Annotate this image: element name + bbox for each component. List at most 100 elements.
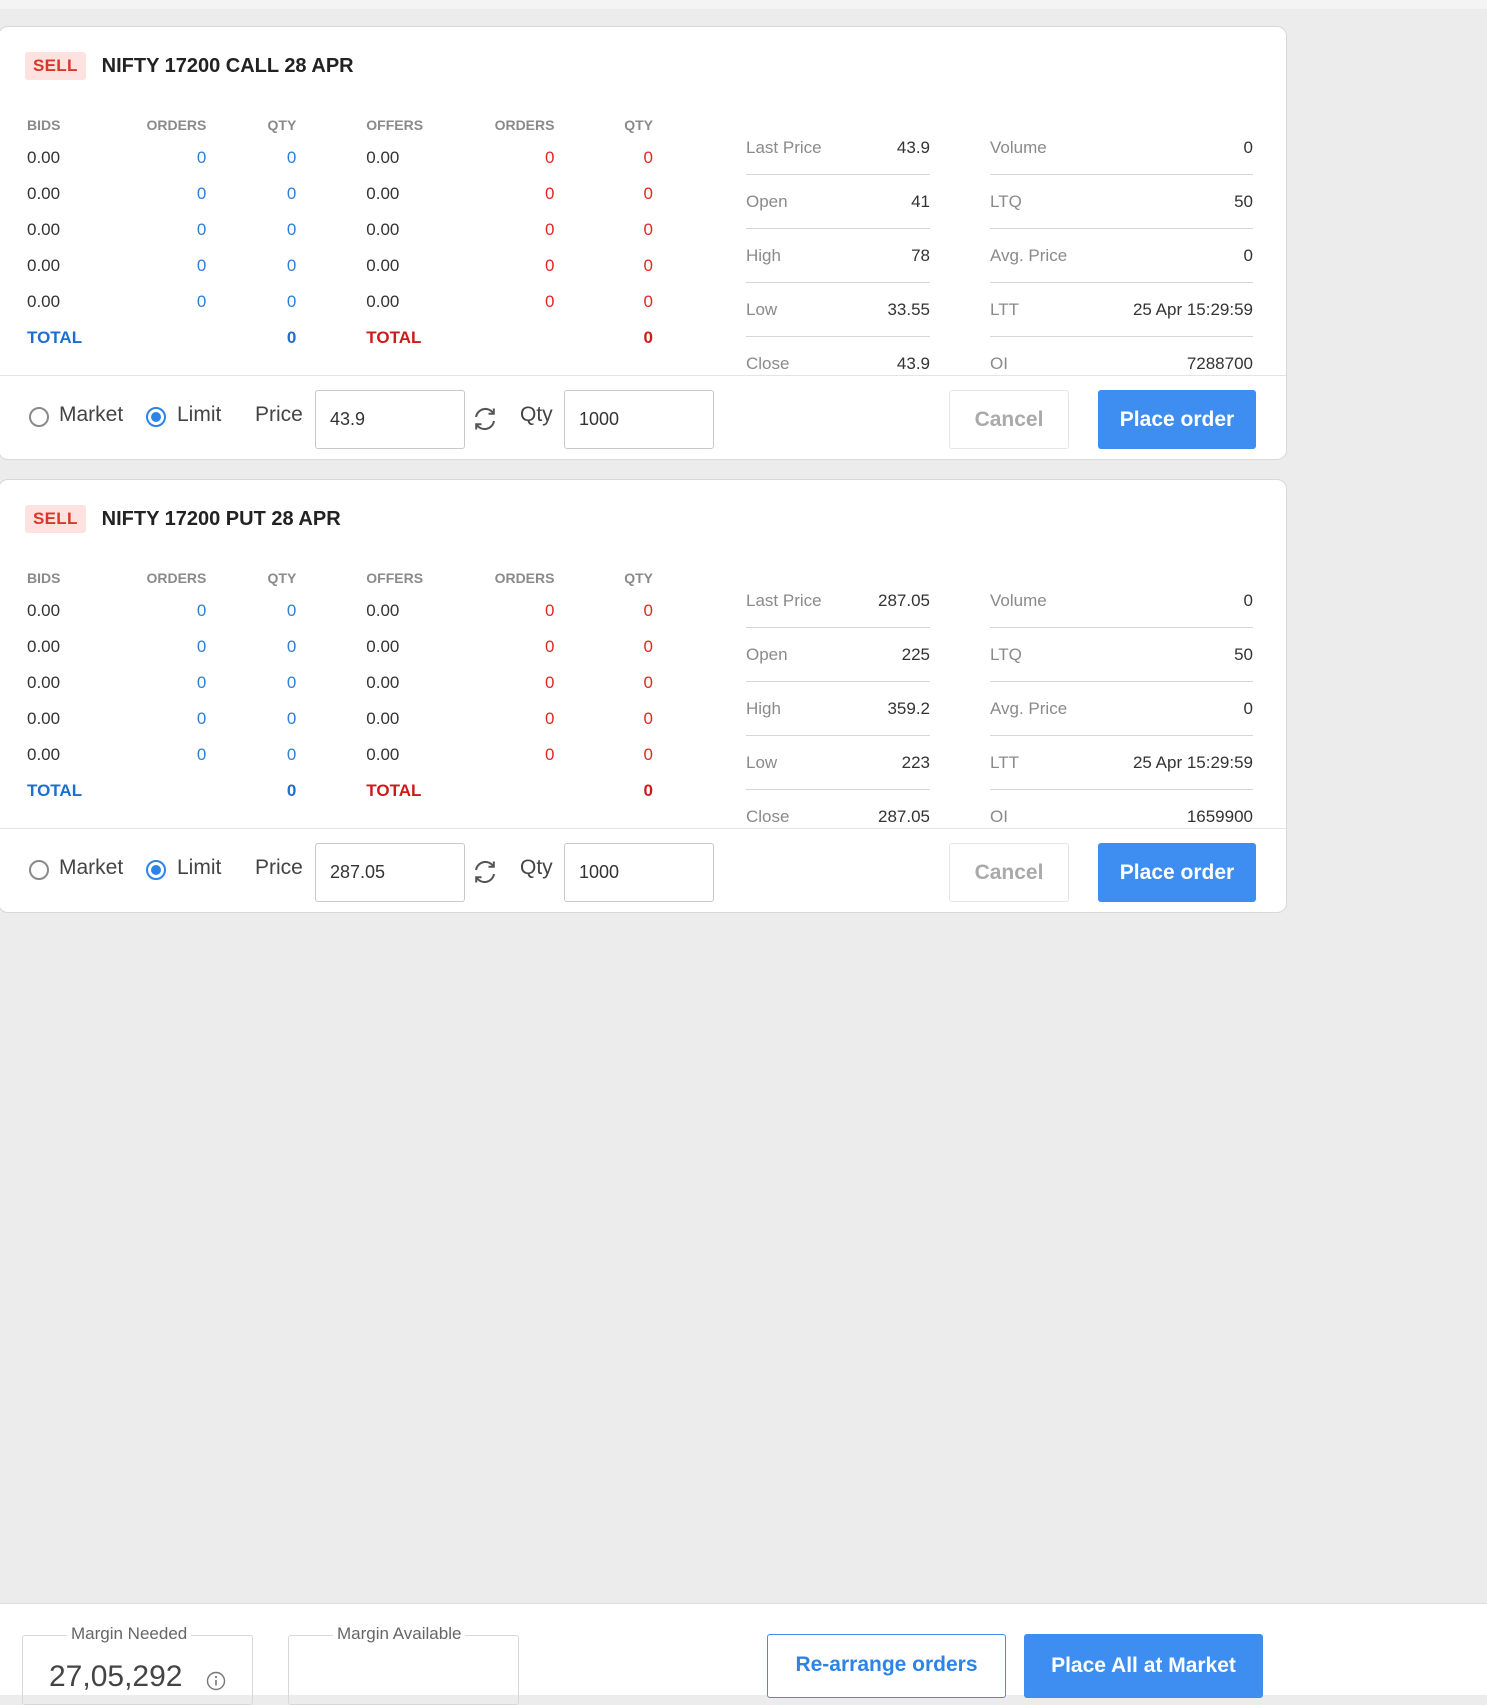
bid-orders: 0 xyxy=(196,745,207,764)
offer-qty: 0 xyxy=(643,601,653,620)
stat-row: High 359.2 xyxy=(746,682,930,736)
offer-orders: 0 xyxy=(545,637,555,656)
card-divider xyxy=(0,828,1286,829)
stat-value: 25 Apr 15:29:59 xyxy=(1132,752,1253,772)
cancel-button[interactable]: Cancel xyxy=(949,843,1069,902)
depth-row: 0.00 0 0 0.00 0 0 xyxy=(27,284,653,320)
bid-price: 0.00 xyxy=(27,256,61,275)
depth-row: 0.00 0 0 0.00 0 0 xyxy=(27,176,653,212)
stat-row: Last Price 287.05 xyxy=(746,574,930,628)
price-input[interactable]: 43.9 xyxy=(315,390,465,449)
place-all-at-market-button[interactable]: Place All at Market xyxy=(1024,1634,1263,1698)
bid-orders: 0 xyxy=(196,637,207,656)
place-order-button[interactable]: Place order xyxy=(1098,843,1256,902)
stat-value: 78 xyxy=(911,245,930,265)
bid-price: 0.00 xyxy=(27,220,61,239)
bid-orders: 0 xyxy=(196,673,207,692)
depth-total-row: TOTAL 0 TOTAL 0 xyxy=(27,320,653,356)
quote-stats-left: Last Price 43.9 Open 41 High 78 Low 33.55 Close 4… xyxy=(746,121,930,391)
bid-orders: 0 xyxy=(196,220,207,239)
stat-row: LTT 25 Apr 15:29:59 xyxy=(990,736,1253,790)
stat-row: Close 287.05 xyxy=(746,790,930,844)
offer-price: 0.00 xyxy=(366,256,400,275)
stat-label: OI xyxy=(990,807,1008,826)
col-header: BIDS xyxy=(27,570,61,586)
depth-total-row: TOTAL 0 TOTAL 0 xyxy=(27,773,653,809)
stat-label: Open xyxy=(746,644,788,664)
depth-header-row: BIDS ORDERS QTY OFFERS ORDERS QTY xyxy=(27,110,653,140)
order-card: SELL NIFTY 17200 PUT 28 APR BIDS ORDERS … xyxy=(0,479,1287,913)
stat-row: Open 225 xyxy=(746,628,930,682)
stat-row: High 78 xyxy=(746,229,930,283)
offer-qty: 0 xyxy=(643,745,653,764)
side-badge: SELL xyxy=(25,505,86,533)
depth-row: 0.00 0 0 0.00 0 0 xyxy=(27,212,653,248)
bid-orders: 0 xyxy=(196,709,207,728)
qty-input[interactable]: 1000 xyxy=(564,843,714,902)
stat-row: Low 223 xyxy=(746,736,930,790)
offer-orders: 0 xyxy=(545,745,555,764)
limit-radio[interactable] xyxy=(146,407,166,427)
rearrange-orders-button[interactable]: Re-arrange orders xyxy=(767,1634,1006,1698)
offer-price: 0.00 xyxy=(366,637,400,656)
stat-value: 25 Apr 15:29:59 xyxy=(1132,299,1253,319)
offer-orders: 0 xyxy=(545,148,555,167)
stat-label: Avg. Price xyxy=(990,698,1068,718)
price-input[interactable]: 287.05 xyxy=(315,843,465,902)
market-depth-table: BIDS ORDERS QTY OFFERS ORDERS QTY 0.00 0… xyxy=(27,563,653,809)
footer-bar: Margin Needed 27,05,292 Margin Available… xyxy=(0,1603,1487,1705)
market-radio[interactable] xyxy=(29,860,49,880)
stat-label: LTQ xyxy=(990,644,1022,664)
stat-row: LTQ 50 xyxy=(990,175,1253,229)
offer-price: 0.00 xyxy=(366,184,400,203)
offer-qty: 0 xyxy=(643,637,653,656)
limit-radio[interactable] xyxy=(146,860,166,880)
total-label: TOTAL xyxy=(366,781,422,800)
stat-row: LTQ 50 xyxy=(990,628,1253,682)
stat-row: Avg. Price 0 xyxy=(990,229,1253,283)
stat-label: LTQ xyxy=(990,191,1022,211)
stat-value: 359.2 xyxy=(887,698,930,718)
col-header: ORDERS xyxy=(494,570,555,586)
card-header: SELL NIFTY 17200 CALL 28 APR xyxy=(25,52,354,80)
stat-label: OI xyxy=(990,354,1008,373)
qty-input[interactable]: 1000 xyxy=(564,390,714,449)
bid-orders: 0 xyxy=(196,184,207,203)
bid-orders: 0 xyxy=(196,601,207,620)
order-card: SELL NIFTY 17200 CALL 28 APR BIDS ORDERS… xyxy=(0,26,1287,460)
bid-price: 0.00 xyxy=(27,637,61,656)
offer-price: 0.00 xyxy=(366,292,400,311)
cancel-button[interactable]: Cancel xyxy=(949,390,1069,449)
place-order-button[interactable]: Place order xyxy=(1098,390,1256,449)
stat-row: Close 43.9 xyxy=(746,337,930,391)
bid-price: 0.00 xyxy=(27,292,61,311)
col-header: ORDERS xyxy=(494,117,555,133)
total-label: TOTAL xyxy=(27,781,83,800)
refresh-icon[interactable] xyxy=(470,857,500,887)
refresh-icon[interactable] xyxy=(470,404,500,434)
info-icon[interactable] xyxy=(206,1671,226,1691)
depth-row: 0.00 0 0 0.00 0 0 xyxy=(27,629,653,665)
stat-label: Low xyxy=(746,752,778,772)
bid-qty: 0 xyxy=(286,184,297,203)
offer-orders: 0 xyxy=(545,184,555,203)
stat-label: Last Price xyxy=(746,590,822,610)
stat-label: High xyxy=(746,698,781,718)
order-form: Market Limit Price 43.9 Qty 1000 Cancel … xyxy=(29,390,1286,450)
bid-qty: 0 xyxy=(286,601,297,620)
offer-qty: 0 xyxy=(643,709,653,728)
col-header: BIDS xyxy=(27,117,61,133)
offer-price: 0.00 xyxy=(366,673,400,692)
stat-value: 0 xyxy=(1243,137,1253,157)
bid-orders: 0 xyxy=(196,148,207,167)
stat-value: 33.55 xyxy=(887,299,930,319)
stat-label: Last Price xyxy=(746,137,822,157)
total-label: TOTAL xyxy=(27,328,83,347)
stat-value: 50 xyxy=(1234,644,1253,664)
stat-row: Low 33.55 xyxy=(746,283,930,337)
market-radio[interactable] xyxy=(29,407,49,427)
bid-qty: 0 xyxy=(286,220,297,239)
total-offer-qty: 0 xyxy=(643,781,653,800)
stat-label: Avg. Price xyxy=(990,245,1068,265)
stat-value: 43.9 xyxy=(896,354,930,373)
